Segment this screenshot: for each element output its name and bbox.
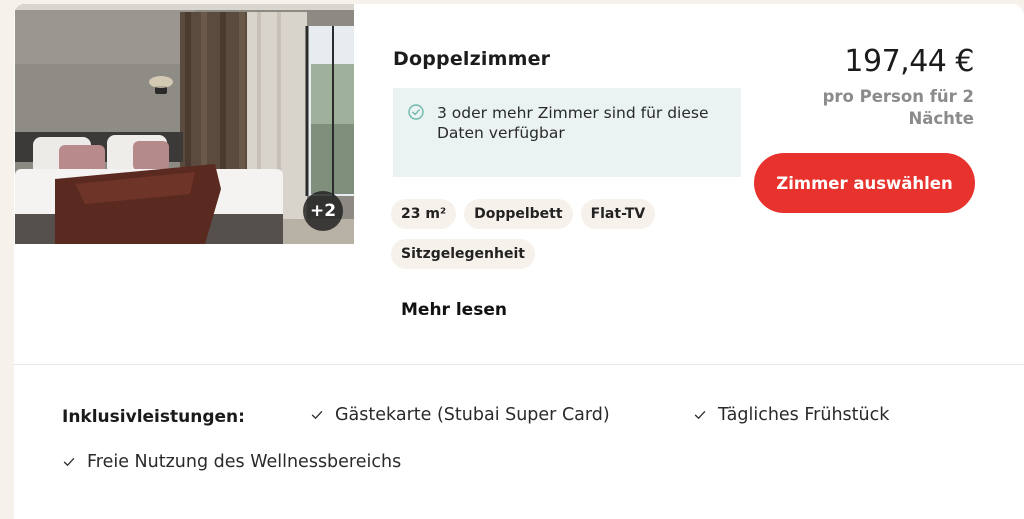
feature-chip-seating: Sitzgelegenheit — [391, 239, 535, 269]
checkmark-icon — [694, 411, 706, 419]
inclusion-text: Gästekarte (Stubai Super Card) — [335, 405, 610, 425]
feature-chips: 23 m² Doppelbett Flat-TV Sitzgelegenheit — [391, 199, 721, 269]
inclusion-item: Gästekarte (Stubai Super Card) — [310, 405, 610, 425]
inclusions-label: Inklusivleistungen: — [62, 407, 245, 427]
price-note: pro Person für 2 Nächte — [822, 87, 974, 128]
room-card: +2 Doppelzimmer 3 oder mehr Zimmer sind … — [14, 4, 1024, 519]
read-more-link[interactable]: Mehr lesen — [401, 300, 507, 320]
inclusion-item: Freie Nutzung des Wellnessbereichs — [62, 452, 401, 472]
check-circle-icon — [408, 104, 424, 120]
checkmark-icon — [311, 411, 323, 419]
select-room-button[interactable]: Zimmer auswählen — [754, 153, 975, 213]
more-photos-badge[interactable]: +2 — [303, 191, 343, 231]
room-photo[interactable]: +2 — [15, 4, 354, 244]
inclusion-text: Tägliches Frühstück — [718, 405, 890, 425]
availability-text: 3 oder mehr Zimmer sind für diese Daten … — [437, 104, 709, 142]
checkmark-icon — [63, 458, 75, 466]
divider — [14, 364, 1024, 365]
inclusion-text: Freie Nutzung des Wellnessbereichs — [87, 452, 402, 472]
price: 197,44 € — [844, 44, 974, 79]
feature-chip-bed: Doppelbett — [464, 199, 573, 229]
feature-chip-size: 23 m² — [391, 199, 457, 229]
feature-chip-tv: Flat-TV — [580, 199, 656, 229]
availability-notice: 3 oder mehr Zimmer sind für diese Daten … — [393, 88, 741, 177]
inclusion-item: Tägliches Frühstück — [693, 405, 889, 425]
room-title: Doppelzimmer — [393, 48, 551, 70]
